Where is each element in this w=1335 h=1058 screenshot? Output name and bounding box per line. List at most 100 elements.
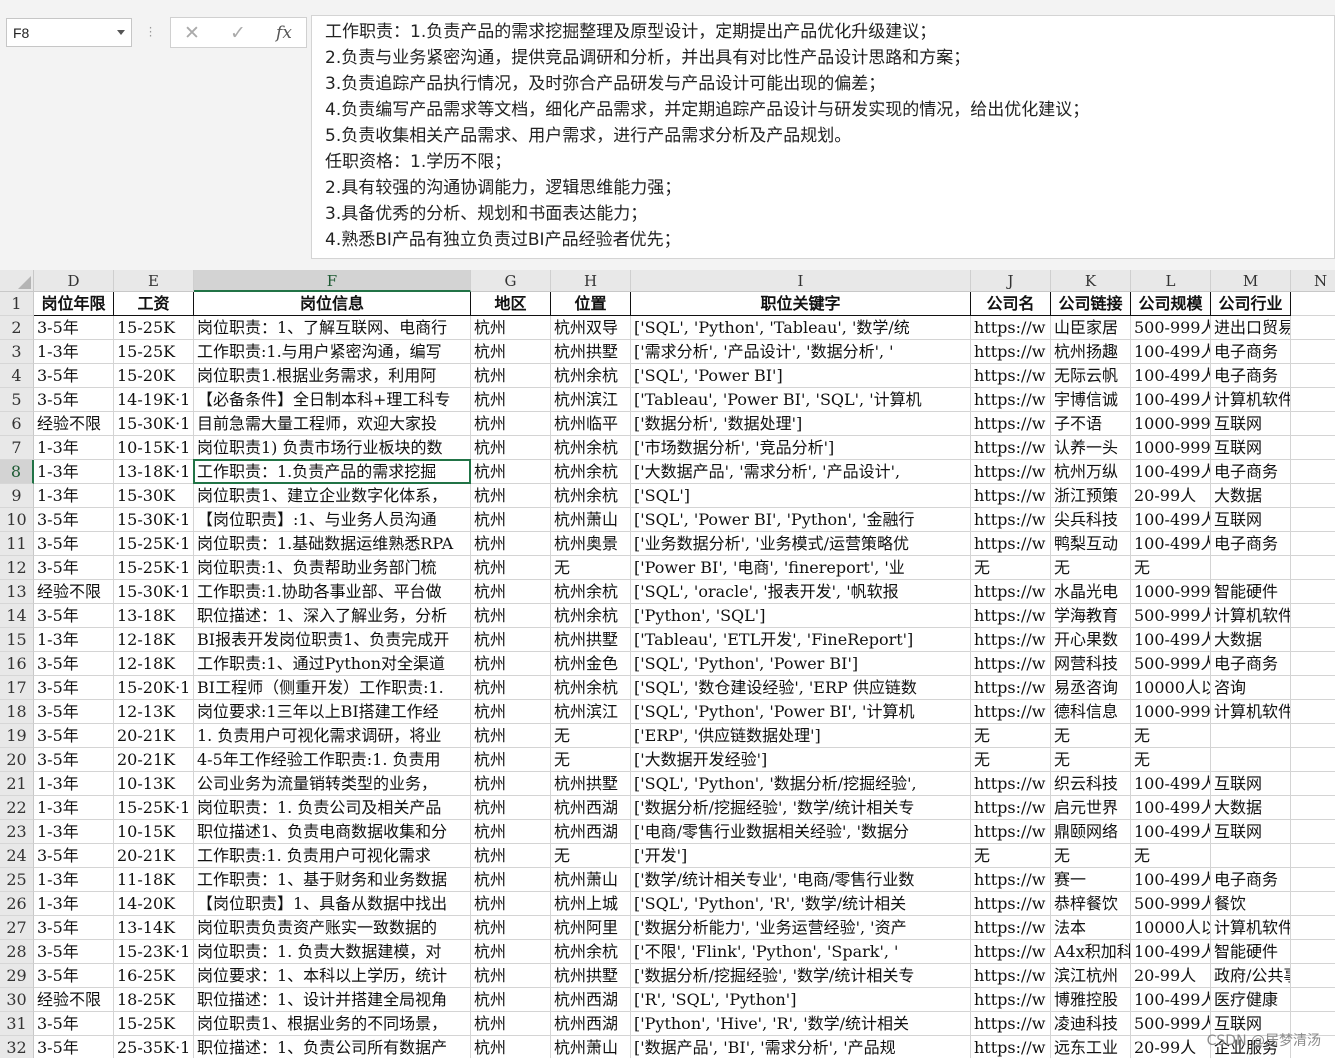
cell-h21[interactable]: 杭州拱墅 — [551, 772, 631, 796]
column-header-g[interactable]: G — [471, 270, 551, 292]
cell-l4[interactable]: 100-499人 — [1131, 364, 1211, 388]
cell-h30[interactable]: 杭州西湖 — [551, 988, 631, 1012]
cell-d4[interactable]: 3-5年 — [34, 364, 114, 388]
cell-n23[interactable] — [1291, 820, 1335, 844]
row-header-17[interactable]: 17 — [0, 676, 34, 700]
cell-h9[interactable]: 杭州余杭 — [551, 484, 631, 508]
cell-l15[interactable]: 100-499人 — [1131, 628, 1211, 652]
cell-e32[interactable]: 25-35K·1 — [114, 1036, 194, 1058]
cell-n10[interactable] — [1291, 508, 1335, 532]
cell-g18[interactable]: 杭州 — [471, 700, 551, 724]
cell-d9[interactable]: 1-3年 — [34, 484, 114, 508]
cell-k7[interactable]: 认养一头 — [1051, 436, 1131, 460]
cell-e23[interactable]: 10-15K — [114, 820, 194, 844]
cell-j10[interactable]: https://w — [971, 508, 1051, 532]
cell-g7[interactable]: 杭州 — [471, 436, 551, 460]
cell-n19[interactable] — [1291, 724, 1335, 748]
cell-k6[interactable]: 子不语 — [1051, 412, 1131, 436]
cell-g28[interactable]: 杭州 — [471, 940, 551, 964]
cell-g20[interactable]: 杭州 — [471, 748, 551, 772]
cell-j6[interactable]: https://w — [971, 412, 1051, 436]
cell-l5[interactable]: 100-499人 — [1131, 388, 1211, 412]
cell-i8[interactable]: ['大数据产品', '需求分析', '产品设计', — [631, 460, 971, 484]
cell-l9[interactable]: 20-99人 — [1131, 484, 1211, 508]
cell-k11[interactable]: 鸭梨互动 — [1051, 532, 1131, 556]
cell-k9[interactable]: 浙江预策 — [1051, 484, 1131, 508]
cell-h29[interactable]: 杭州拱墅 — [551, 964, 631, 988]
cell-j20[interactable]: 无 — [971, 748, 1051, 772]
cell-n28[interactable] — [1291, 940, 1335, 964]
column-header-i[interactable]: I — [631, 270, 971, 292]
cell-m14[interactable]: 计算机软件 — [1211, 604, 1291, 628]
header-cell[interactable]: 公司规模 — [1131, 292, 1211, 316]
cell-f26[interactable]: 【岗位职责】1、具备从数据中找出 — [194, 892, 471, 916]
cell-i18[interactable]: ['SQL', 'Python', 'Power BI', '计算机 — [631, 700, 971, 724]
cell-l14[interactable]: 500-999人 — [1131, 604, 1211, 628]
cell-f3[interactable]: 工作职责:1.与用户紧密沟通，编写 — [194, 340, 471, 364]
cell-l17[interactable]: 10000人以上 — [1131, 676, 1211, 700]
cell-e11[interactable]: 15-25K·1 — [114, 532, 194, 556]
row-header-14[interactable]: 14 — [0, 604, 34, 628]
cell-f28[interactable]: 岗位职责：1. 负责大数据建模，对 — [194, 940, 471, 964]
cell-d8[interactable]: 1-3年 — [34, 460, 114, 484]
cell-l13[interactable]: 1000-9999人 — [1131, 580, 1211, 604]
cell-m3[interactable]: 电子商务 — [1211, 340, 1291, 364]
cell-i23[interactable]: ['电商/零售行业数据相关经验', '数据分 — [631, 820, 971, 844]
cell-h20[interactable]: 无 — [551, 748, 631, 772]
cell-d14[interactable]: 3-5年 — [34, 604, 114, 628]
cell-m27[interactable]: 计算机软件 — [1211, 916, 1291, 940]
cell-m18[interactable]: 计算机软件 — [1211, 700, 1291, 724]
cell-k20[interactable]: 无 — [1051, 748, 1131, 772]
header-cell[interactable]: 岗位年限 — [34, 292, 114, 316]
cell-h11[interactable]: 杭州奥景 — [551, 532, 631, 556]
cell-f16[interactable]: 工作职责:1、通过Python对全渠道 — [194, 652, 471, 676]
cell-d3[interactable]: 1-3年 — [34, 340, 114, 364]
cell-d20[interactable]: 3-5年 — [34, 748, 114, 772]
cell-h27[interactable]: 杭州阿里 — [551, 916, 631, 940]
cell-j28[interactable]: https://w — [971, 940, 1051, 964]
cell-j17[interactable]: https://w — [971, 676, 1051, 700]
cell-n30[interactable] — [1291, 988, 1335, 1012]
cell-g31[interactable]: 杭州 — [471, 1012, 551, 1036]
cell-d25[interactable]: 1-3年 — [34, 868, 114, 892]
row-header-16[interactable]: 16 — [0, 652, 34, 676]
cell-g26[interactable]: 杭州 — [471, 892, 551, 916]
enter-button[interactable]: ✓ — [223, 21, 253, 45]
cell-k5[interactable]: 宇博信诚 — [1051, 388, 1131, 412]
cell-i13[interactable]: ['SQL', 'oracle', '报表开发', '帆软报 — [631, 580, 971, 604]
cell-i4[interactable]: ['SQL', 'Power BI'] — [631, 364, 971, 388]
cell-n26[interactable] — [1291, 892, 1335, 916]
cell-f19[interactable]: 1. 负责用户可视化需求调研，将业 — [194, 724, 471, 748]
cell-l22[interactable]: 100-499人 — [1131, 796, 1211, 820]
cell-f30[interactable]: 职位描述：1、设计并搭建全局视角 — [194, 988, 471, 1012]
cell-h32[interactable]: 杭州萧山 — [551, 1036, 631, 1058]
column-header-h[interactable]: H — [551, 270, 631, 292]
cell-g19[interactable]: 杭州 — [471, 724, 551, 748]
cell-g10[interactable]: 杭州 — [471, 508, 551, 532]
cell-m13[interactable]: 智能硬件 — [1211, 580, 1291, 604]
cell-k25[interactable]: 赛一 — [1051, 868, 1131, 892]
insert-function-button[interactable]: fx — [269, 21, 299, 45]
cell-k18[interactable]: 德科信息 — [1051, 700, 1131, 724]
cell-i24[interactable]: ['开发'] — [631, 844, 971, 868]
row-header-26[interactable]: 26 — [0, 892, 34, 916]
cell-j29[interactable]: https://w — [971, 964, 1051, 988]
cell-n25[interactable] — [1291, 868, 1335, 892]
cell-d29[interactable]: 3-5年 — [34, 964, 114, 988]
cell-i29[interactable]: ['数据分析/挖掘经验', '数学/统计相关专 — [631, 964, 971, 988]
cell-f29[interactable]: 岗位要求：1、本科以上学历，统计 — [194, 964, 471, 988]
column-header-d[interactable]: D — [34, 270, 114, 292]
cell-n27[interactable] — [1291, 916, 1335, 940]
column-header-m[interactable]: M — [1211, 270, 1291, 292]
cell-e20[interactable]: 20-21K — [114, 748, 194, 772]
column-header-f[interactable]: F — [194, 270, 471, 292]
cell-h13[interactable]: 杭州余杭 — [551, 580, 631, 604]
cell-h6[interactable]: 杭州临平 — [551, 412, 631, 436]
cell-f13[interactable]: 工作职责:1.协助各事业部、平台做 — [194, 580, 471, 604]
cell-m6[interactable]: 互联网 — [1211, 412, 1291, 436]
cell-j18[interactable]: https://w — [971, 700, 1051, 724]
cell-i31[interactable]: ['Python', 'Hive', 'R', '数学/统计相关 — [631, 1012, 971, 1036]
cell-j9[interactable]: https://w — [971, 484, 1051, 508]
cell-f17[interactable]: BI工程师（侧重开发）工作职责:1. — [194, 676, 471, 700]
header-cell[interactable]: 职位关键字 — [631, 292, 971, 316]
